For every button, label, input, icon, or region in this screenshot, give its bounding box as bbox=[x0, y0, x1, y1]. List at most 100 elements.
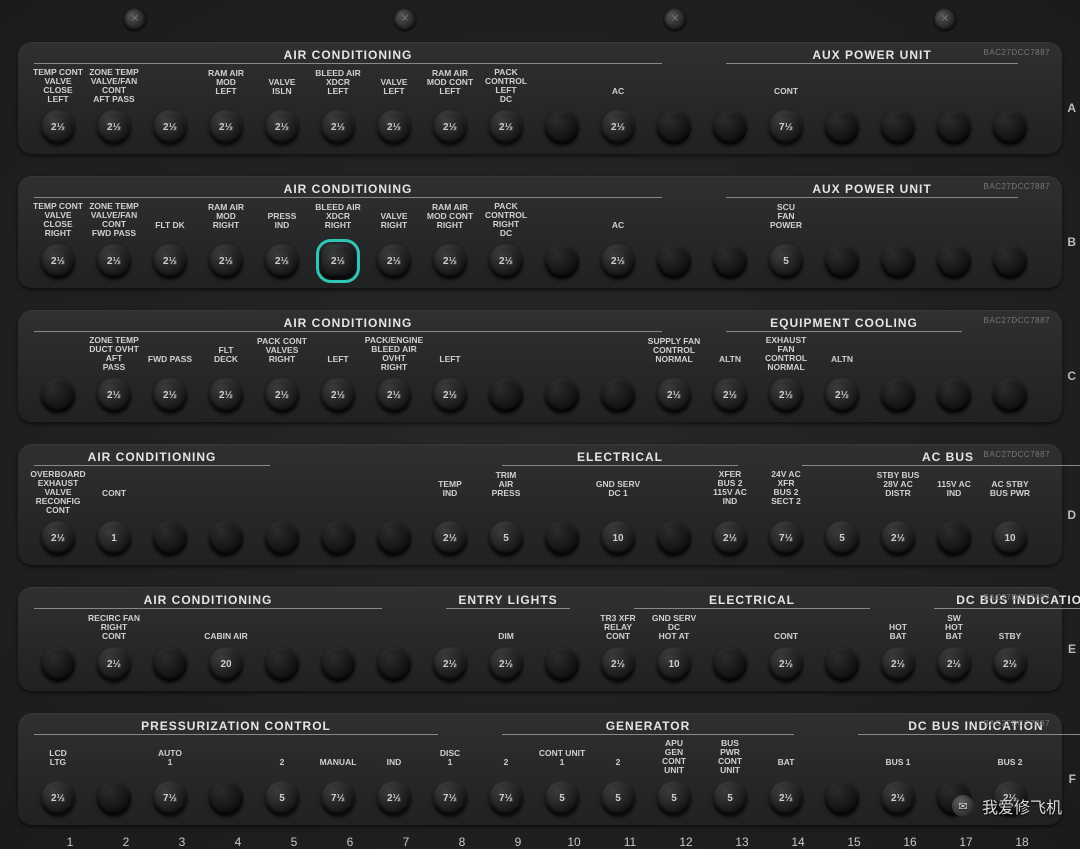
circuit-breaker[interactable]: 10 bbox=[993, 521, 1027, 555]
circuit-breaker bbox=[993, 244, 1027, 278]
circuit-breaker[interactable]: 20 bbox=[209, 647, 243, 681]
circuit-breaker[interactable]: 2½ bbox=[153, 244, 187, 278]
circuit-breaker bbox=[881, 244, 915, 278]
breaker-value: 2½ bbox=[723, 390, 737, 401]
circuit-breaker[interactable]: 2½ bbox=[489, 647, 523, 681]
circuit-breaker[interactable]: 2½ bbox=[713, 378, 747, 412]
row-letter: F bbox=[1069, 772, 1076, 786]
breaker-row-F: PRESSURIZATION CONTROLGENERATORDC BUS IN… bbox=[18, 713, 1062, 825]
circuit-breaker[interactable]: 2½ bbox=[769, 647, 803, 681]
circuit-breaker[interactable]: 7½ bbox=[433, 781, 467, 815]
circuit-breaker[interactable]: 5 bbox=[545, 781, 579, 815]
circuit-breaker[interactable]: 2½ bbox=[265, 378, 299, 412]
breaker-value: 2½ bbox=[947, 659, 961, 670]
circuit-breaker[interactable]: 5 bbox=[601, 781, 635, 815]
circuit-breaker[interactable]: 2½ bbox=[97, 647, 131, 681]
breaker-value: 2½ bbox=[443, 256, 457, 267]
circuit-breaker[interactable]: 2½ bbox=[377, 244, 411, 278]
circuit-breaker[interactable]: 2½ bbox=[321, 378, 355, 412]
circuit-breaker[interactable]: 2½ bbox=[489, 110, 523, 144]
breaker-label: TEMP IND bbox=[438, 468, 462, 500]
breaker-value: 2½ bbox=[275, 390, 289, 401]
circuit-breaker[interactable]: 2½ bbox=[377, 781, 411, 815]
breaker-value: 5 bbox=[783, 256, 789, 267]
circuit-breaker bbox=[825, 110, 859, 144]
breaker-value: 5 bbox=[503, 533, 509, 544]
circuit-breaker[interactable]: 7½ bbox=[321, 781, 355, 815]
circuit-breaker[interactable]: 2½ bbox=[769, 378, 803, 412]
circuit-breaker[interactable]: 2½ bbox=[993, 647, 1027, 681]
breaker-value: 2½ bbox=[891, 659, 905, 670]
circuit-breaker[interactable]: 2½ bbox=[937, 647, 971, 681]
breaker-panel: AIR CONDITIONINGAUX POWER UNITBAC27DCC78… bbox=[0, 0, 1080, 849]
circuit-breaker[interactable]: 2½ bbox=[433, 378, 467, 412]
circuit-breaker[interactable]: 2½ bbox=[769, 781, 803, 815]
circuit-breaker[interactable]: 7½ bbox=[489, 781, 523, 815]
breaker-label: LEFT bbox=[439, 334, 460, 366]
section-title: ELECTRICAL bbox=[634, 593, 870, 609]
circuit-breaker[interactable]: 2½ bbox=[713, 521, 747, 555]
circuit-breaker[interactable]: 10 bbox=[601, 521, 635, 555]
circuit-breaker[interactable]: 2½ bbox=[489, 244, 523, 278]
circuit-breaker[interactable]: 2½ bbox=[265, 110, 299, 144]
circuit-breaker[interactable]: 2½ bbox=[41, 244, 75, 278]
circuit-breaker[interactable]: 7½ bbox=[153, 781, 187, 815]
circuit-breaker[interactable]: 2½ bbox=[321, 244, 355, 278]
circuit-breaker[interactable]: 2½ bbox=[657, 378, 691, 412]
breaker-value: 2½ bbox=[163, 122, 177, 133]
screw-icon bbox=[124, 8, 146, 30]
circuit-breaker[interactable]: 5 bbox=[489, 521, 523, 555]
circuit-breaker[interactable]: 2½ bbox=[601, 110, 635, 144]
circuit-breaker[interactable]: 2½ bbox=[881, 781, 915, 815]
circuit-breaker[interactable]: 2½ bbox=[433, 647, 467, 681]
circuit-breaker[interactable]: 2½ bbox=[377, 378, 411, 412]
circuit-breaker bbox=[545, 647, 579, 681]
circuit-breaker[interactable]: 10 bbox=[657, 647, 691, 681]
circuit-breaker[interactable]: 7½ bbox=[769, 521, 803, 555]
breaker-value: 7½ bbox=[163, 793, 177, 804]
chassis-screws bbox=[0, 8, 1080, 30]
circuit-breaker[interactable]: 2½ bbox=[825, 378, 859, 412]
circuit-breaker[interactable]: 7½ bbox=[769, 110, 803, 144]
circuit-breaker[interactable]: 2½ bbox=[433, 110, 467, 144]
section-title: EQUIPMENT COOLING bbox=[726, 316, 962, 332]
breaker-value: 2½ bbox=[891, 793, 905, 804]
circuit-breaker[interactable]: 2½ bbox=[433, 521, 467, 555]
circuit-breaker[interactable]: 5 bbox=[825, 521, 859, 555]
breaker-label: BLEED AIR XDCR LEFT bbox=[315, 66, 361, 98]
circuit-breaker[interactable]: 2½ bbox=[881, 521, 915, 555]
circuit-breaker[interactable]: 2½ bbox=[97, 244, 131, 278]
circuit-breaker[interactable]: 2½ bbox=[209, 110, 243, 144]
column-number: 16 bbox=[882, 835, 938, 849]
section-title: AIR CONDITIONING bbox=[34, 182, 662, 198]
circuit-breaker[interactable]: 2½ bbox=[97, 378, 131, 412]
circuit-breaker[interactable]: 2½ bbox=[153, 378, 187, 412]
circuit-breaker[interactable]: 2½ bbox=[41, 781, 75, 815]
breaker-label: LEFT bbox=[327, 334, 348, 366]
breaker-value: 2½ bbox=[387, 122, 401, 133]
circuit-breaker[interactable]: 5 bbox=[265, 781, 299, 815]
circuit-breaker[interactable]: 2½ bbox=[41, 110, 75, 144]
breaker-value: 2½ bbox=[779, 390, 793, 401]
circuit-breaker[interactable]: 5 bbox=[713, 781, 747, 815]
circuit-breaker[interactable]: 5 bbox=[657, 781, 691, 815]
circuit-breaker[interactable]: 2½ bbox=[209, 244, 243, 278]
column-numbers: 123456789101112131415161718 bbox=[18, 835, 1062, 849]
circuit-breaker[interactable]: 2½ bbox=[209, 378, 243, 412]
circuit-breaker[interactable]: 2½ bbox=[265, 244, 299, 278]
circuit-breaker[interactable]: 2½ bbox=[881, 647, 915, 681]
circuit-breaker[interactable]: 2½ bbox=[153, 110, 187, 144]
breaker-label: RECIRC FAN RIGHT CONT bbox=[88, 611, 140, 643]
breaker-value: 2½ bbox=[779, 793, 793, 804]
circuit-breaker[interactable]: 2½ bbox=[97, 110, 131, 144]
breaker-value: 2½ bbox=[51, 533, 65, 544]
circuit-breaker[interactable]: 2½ bbox=[601, 244, 635, 278]
circuit-breaker[interactable]: 2½ bbox=[321, 110, 355, 144]
circuit-breaker[interactable]: 5 bbox=[769, 244, 803, 278]
circuit-breaker[interactable]: 2½ bbox=[601, 647, 635, 681]
circuit-breaker[interactable]: 2½ bbox=[377, 110, 411, 144]
column-number: 1 bbox=[42, 835, 98, 849]
circuit-breaker[interactable]: 2½ bbox=[433, 244, 467, 278]
circuit-breaker[interactable]: 1 bbox=[97, 521, 131, 555]
circuit-breaker[interactable]: 2½ bbox=[41, 521, 75, 555]
